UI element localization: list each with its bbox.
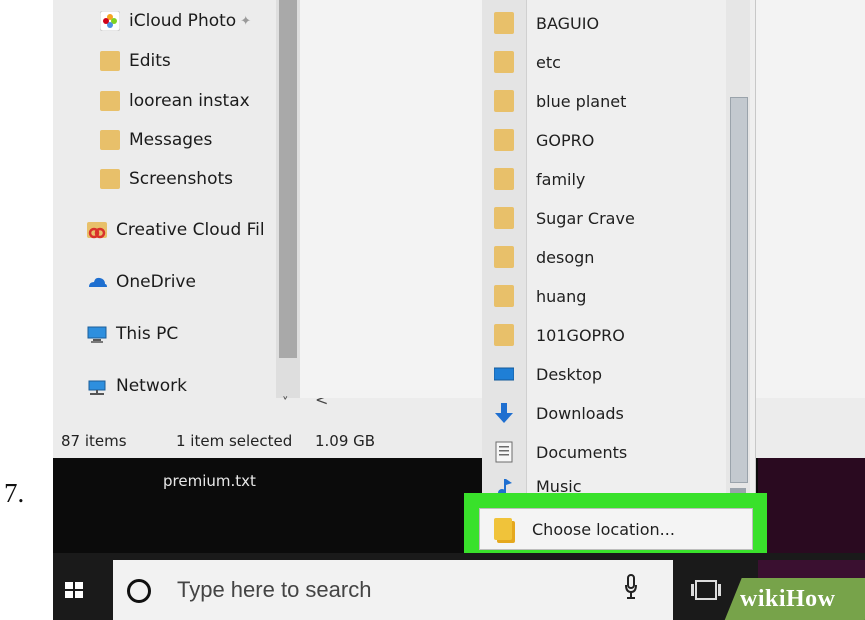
- download-arrow-icon: [494, 402, 514, 424]
- wikihow-logo: wikiHow: [740, 586, 836, 612]
- folder-icon: [494, 51, 514, 73]
- choose-location-label: Choose location...: [532, 519, 675, 539]
- choose-location-button[interactable]: Choose location...: [479, 508, 753, 550]
- menu-item-label: family: [536, 169, 586, 189]
- desktop-wallpaper-accent: [758, 458, 865, 553]
- menu-item-label: GOPRO: [536, 130, 595, 150]
- menu-item-documents[interactable]: Documents: [482, 434, 732, 470]
- folder-icon: [494, 324, 514, 346]
- nav-item-this-pc[interactable]: This PC: [87, 319, 178, 349]
- screenshot-frame: iCloud Photo ✦ Edits loorean instax Mess…: [53, 0, 865, 620]
- nav-item-loorean-instax[interactable]: loorean instax: [100, 86, 250, 116]
- nav-item-icloud-photo[interactable]: iCloud Photo ✦: [99, 6, 252, 36]
- menu-item-label: Sugar Crave: [536, 208, 635, 228]
- navigation-pane: iCloud Photo ✦ Edits loorean instax Mess…: [53, 0, 300, 398]
- menu-item-101gopro[interactable]: 101GOPRO: [482, 317, 732, 353]
- document-icon: [494, 441, 514, 463]
- menu-item-label: Documents: [536, 442, 628, 462]
- folder-icon: [494, 207, 514, 229]
- item-count: 87 items: [61, 432, 127, 450]
- location-menu-scroll-thumb[interactable]: [730, 97, 748, 483]
- folder-icon: [494, 168, 514, 190]
- nav-item-onedrive[interactable]: OneDrive: [87, 267, 196, 297]
- menu-item-label: huang: [536, 286, 587, 306]
- menu-item-label: Desktop: [536, 364, 602, 384]
- nav-item-screenshots[interactable]: Screenshots: [100, 164, 233, 194]
- menu-item-label: Downloads: [536, 403, 624, 423]
- menu-item-desktop[interactable]: Desktop: [482, 356, 732, 392]
- menu-item-sugar-crave[interactable]: Sugar Crave: [482, 200, 732, 236]
- creative-cloud-icon: [87, 220, 107, 240]
- nav-item-label: iCloud Photo: [129, 11, 237, 31]
- nav-item-label: Screenshots: [129, 169, 234, 189]
- pin-icon: ✦: [240, 13, 252, 29]
- microphone-icon[interactable]: [625, 574, 637, 600]
- menu-item-label: 101GOPRO: [536, 325, 625, 345]
- onedrive-cloud-icon: [87, 272, 107, 292]
- nav-item-label: Messages: [129, 130, 213, 150]
- menu-item-baguio[interactable]: BAGUIO: [482, 5, 732, 41]
- step-number: 7.: [4, 478, 25, 508]
- task-view-icon[interactable]: [689, 578, 723, 602]
- menu-item-desogn[interactable]: desogn: [482, 239, 732, 275]
- nav-item-label: Edits: [129, 51, 171, 71]
- folder-icon: [100, 130, 120, 150]
- photos-icon: [99, 10, 121, 32]
- menu-item-blue-planet[interactable]: blue planet: [482, 83, 732, 119]
- folder-icon: [100, 169, 120, 189]
- nav-item-label: Network: [116, 376, 187, 396]
- cortana-circle-icon[interactable]: [127, 579, 151, 603]
- search-placeholder[interactable]: Type here to search: [177, 577, 371, 603]
- chevron-down-icon[interactable]: ˅: [282, 396, 289, 411]
- folder-icon: [494, 246, 514, 268]
- desktop-file-label[interactable]: premium.txt: [163, 472, 256, 490]
- nav-item-label: Creative Cloud Fil: [116, 220, 265, 240]
- desktop-icon: [493, 363, 515, 385]
- nav-item-network[interactable]: Network: [87, 371, 187, 401]
- nav-item-label: OneDrive: [116, 272, 196, 292]
- folder-icon: [494, 285, 514, 307]
- nav-item-label: This PC: [116, 324, 179, 344]
- menu-item-huang[interactable]: huang: [482, 278, 732, 314]
- folder-icon: [494, 12, 514, 34]
- menu-item-label: blue planet: [536, 91, 627, 111]
- menu-item-family[interactable]: family: [482, 161, 732, 197]
- folder-icon: [494, 90, 514, 112]
- menu-item-downloads[interactable]: Downloads: [482, 395, 732, 431]
- network-icon: [87, 376, 107, 396]
- nav-item-edits[interactable]: Edits: [100, 46, 171, 76]
- nav-item-label: loorean instax: [129, 91, 250, 111]
- nav-item-messages[interactable]: Messages: [100, 125, 212, 155]
- folder-icon: [100, 51, 120, 71]
- windows-start-icon[interactable]: [65, 582, 85, 600]
- computer-icon: [87, 324, 107, 344]
- nav-pane-scroll-thumb[interactable]: [279, 0, 297, 358]
- menu-item-label: desogn: [536, 247, 595, 267]
- selection-size: 1.09 GB: [315, 432, 376, 450]
- menu-item-label: BAGUIO: [536, 13, 600, 33]
- folder-icon: [100, 91, 120, 111]
- menu-item-label: etc: [536, 52, 561, 72]
- folder-icon: [494, 518, 512, 540]
- nav-item-creative-cloud-files[interactable]: Creative Cloud Fil: [87, 215, 265, 245]
- menu-item-etc[interactable]: etc: [482, 44, 732, 80]
- folder-icon: [494, 129, 514, 151]
- selection-status: 1 item selected: [176, 432, 293, 450]
- menu-item-gopro[interactable]: GOPRO: [482, 122, 732, 158]
